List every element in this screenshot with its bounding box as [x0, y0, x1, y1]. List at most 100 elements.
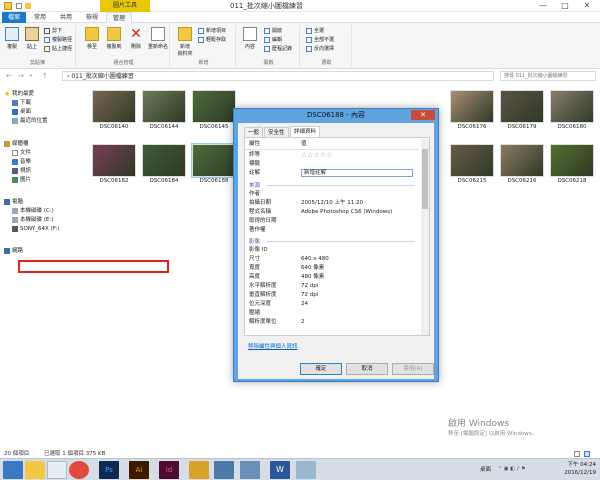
search-input[interactable]: 搜尋 011_批次縮小圖檔練習: [500, 71, 596, 81]
tray-desktop-label[interactable]: 桌面: [480, 465, 491, 473]
app-icon[interactable]: [296, 461, 316, 479]
copy-to-button[interactable]: 複製到: [104, 27, 124, 50]
start-button[interactable]: [3, 461, 23, 479]
word-icon[interactable]: W: [270, 461, 290, 479]
easy-access-button[interactable]: 輕鬆存取: [198, 36, 226, 44]
file-item[interactable]: DSC06145: [192, 90, 236, 130]
close-button[interactable]: ✕: [576, 0, 598, 12]
file-thumbnail: [550, 90, 594, 123]
rating-stars[interactable]: ☆☆☆☆☆: [301, 151, 332, 160]
details-scrollbar[interactable]: [421, 139, 429, 335]
nav-videos[interactable]: 視訊: [12, 167, 31, 175]
new-item-button[interactable]: 新增項目: [198, 27, 226, 35]
clock[interactable]: 下午 04:24 2016/12/19: [564, 461, 596, 477]
nav-drive-c[interactable]: 本機磁碟 (C:): [12, 207, 54, 215]
dialog-close-button[interactable]: ✕: [411, 110, 435, 120]
details-view-icon[interactable]: [574, 451, 580, 457]
cut-button[interactable]: 剪下: [44, 27, 62, 35]
tab-manage[interactable]: 管理: [106, 12, 132, 23]
rename-button[interactable]: 重新命名: [146, 27, 170, 50]
scrollbar-thumb[interactable]: [422, 149, 428, 209]
screen-icon[interactable]: [214, 461, 234, 479]
nav-recent[interactable]: 最近的位置: [12, 117, 48, 125]
section-divider: [267, 241, 415, 242]
quick-properties-icon[interactable]: [16, 3, 22, 9]
file-name: DSC06140: [99, 124, 129, 130]
select-all-button[interactable]: 全選: [306, 27, 324, 35]
nav-drive-e[interactable]: 本機磁碟 (E:): [12, 216, 53, 224]
file-item[interactable]: DSC06140: [92, 90, 136, 130]
file-item[interactable]: DSC06215: [450, 144, 494, 184]
quick-new-folder-icon[interactable]: [25, 3, 31, 9]
file-explorer-icon[interactable]: [25, 461, 45, 479]
large-icons-view-icon[interactable]: [584, 451, 590, 457]
back-arrow-icon[interactable]: ←: [6, 70, 12, 82]
comment-input[interactable]: 新增註解: [301, 169, 413, 177]
open-button[interactable]: 開啟: [264, 27, 282, 35]
paste-shortcut-button[interactable]: 貼上捷徑: [44, 45, 72, 53]
path-box[interactable]: › 011_批次縮小圖檔練習: [62, 71, 494, 81]
maximize-button[interactable]: □: [554, 0, 576, 12]
apply-button[interactable]: 套用(A): [392, 363, 434, 375]
file-thumbnail: [191, 143, 237, 178]
nav-computer[interactable]: 電腦: [4, 198, 23, 206]
copy-button[interactable]: 複製: [2, 27, 22, 50]
file-item[interactable]: DSC06216: [500, 144, 544, 184]
ok-button[interactable]: 確定: [300, 363, 342, 375]
forward-arrow-icon[interactable]: →: [18, 70, 24, 82]
cancel-button[interactable]: 取消: [346, 363, 388, 375]
nav-music[interactable]: 音樂: [12, 158, 31, 166]
file-item-selected[interactable]: DSC06188: [191, 143, 237, 184]
illustrator-icon[interactable]: Ai: [129, 461, 149, 479]
remove-properties-link[interactable]: 移除屬性與個人資訊: [248, 342, 298, 350]
file-explorer-active-icon[interactable]: [47, 461, 67, 479]
nav-documents[interactable]: 文件: [12, 149, 31, 157]
file-name: DSC06144: [149, 124, 179, 130]
paste-button[interactable]: 貼上: [22, 27, 42, 50]
nav-libraries[interactable]: 媒體櫃: [4, 140, 29, 148]
file-item[interactable]: DSC06184: [142, 144, 186, 184]
photo-icon[interactable]: [240, 461, 260, 479]
edit-button[interactable]: 編輯: [264, 36, 282, 44]
tab-share[interactable]: 共用: [54, 12, 78, 23]
nav-drive-f[interactable]: SONY_64X (F:): [12, 225, 59, 233]
tab-general[interactable]: 一般: [244, 127, 264, 137]
file-item[interactable]: DSC06179: [500, 90, 544, 130]
minimize-button[interactable]: —: [532, 0, 554, 12]
nav-favorites[interactable]: ★ 我的最愛: [4, 90, 34, 98]
indesign-icon[interactable]: Id: [159, 461, 179, 479]
folder-icon[interactable]: [189, 461, 209, 479]
header-property[interactable]: 屬性: [249, 140, 260, 149]
file-item[interactable]: DSC06144: [142, 90, 186, 130]
file-name: DSC06216: [507, 178, 537, 184]
file-thumbnail: [92, 90, 136, 123]
invert-selection-button[interactable]: 反向選擇: [306, 45, 334, 53]
copy-path-button[interactable]: 複製路徑: [44, 36, 72, 44]
delete-button[interactable]: ✕ 刪除: [126, 27, 146, 50]
tab-file[interactable]: 檔案: [2, 12, 26, 23]
chrome-icon[interactable]: [69, 461, 89, 479]
up-arrow-icon[interactable]: ↑: [42, 70, 48, 82]
tab-home[interactable]: 常用: [28, 12, 52, 23]
file-item[interactable]: DSC06218: [550, 144, 594, 184]
recent-chevron-icon[interactable]: ▾: [30, 70, 33, 82]
nav-pictures[interactable]: 圖片: [12, 176, 31, 184]
header-value[interactable]: 值: [301, 140, 307, 149]
properties-button[interactable]: 內容: [240, 27, 260, 50]
file-item[interactable]: DSC06182: [92, 144, 136, 184]
move-to-button[interactable]: 移至: [82, 27, 102, 50]
history-button[interactable]: 歷程記錄: [264, 45, 292, 53]
tab-security[interactable]: 安全性: [264, 127, 289, 137]
photoshop-icon[interactable]: Ps: [99, 461, 119, 479]
select-none-button[interactable]: 全部不選: [306, 36, 334, 44]
file-item[interactable]: DSC06176: [450, 90, 494, 130]
network-icon: [4, 247, 10, 254]
tab-details[interactable]: 詳細資料: [290, 126, 321, 137]
file-item[interactable]: DSC06180: [550, 90, 594, 130]
nav-network[interactable]: 網路: [4, 247, 23, 255]
tab-view[interactable]: 檢視: [80, 12, 104, 23]
nav-desktop[interactable]: 桌面: [12, 108, 31, 116]
tray-icons[interactable]: ⌃ ▣ ◧ ♪ ⚑: [498, 466, 538, 474]
nav-downloads[interactable]: 下載: [12, 99, 31, 107]
new-folder-button[interactable]: 新增 資料夾: [174, 27, 196, 57]
